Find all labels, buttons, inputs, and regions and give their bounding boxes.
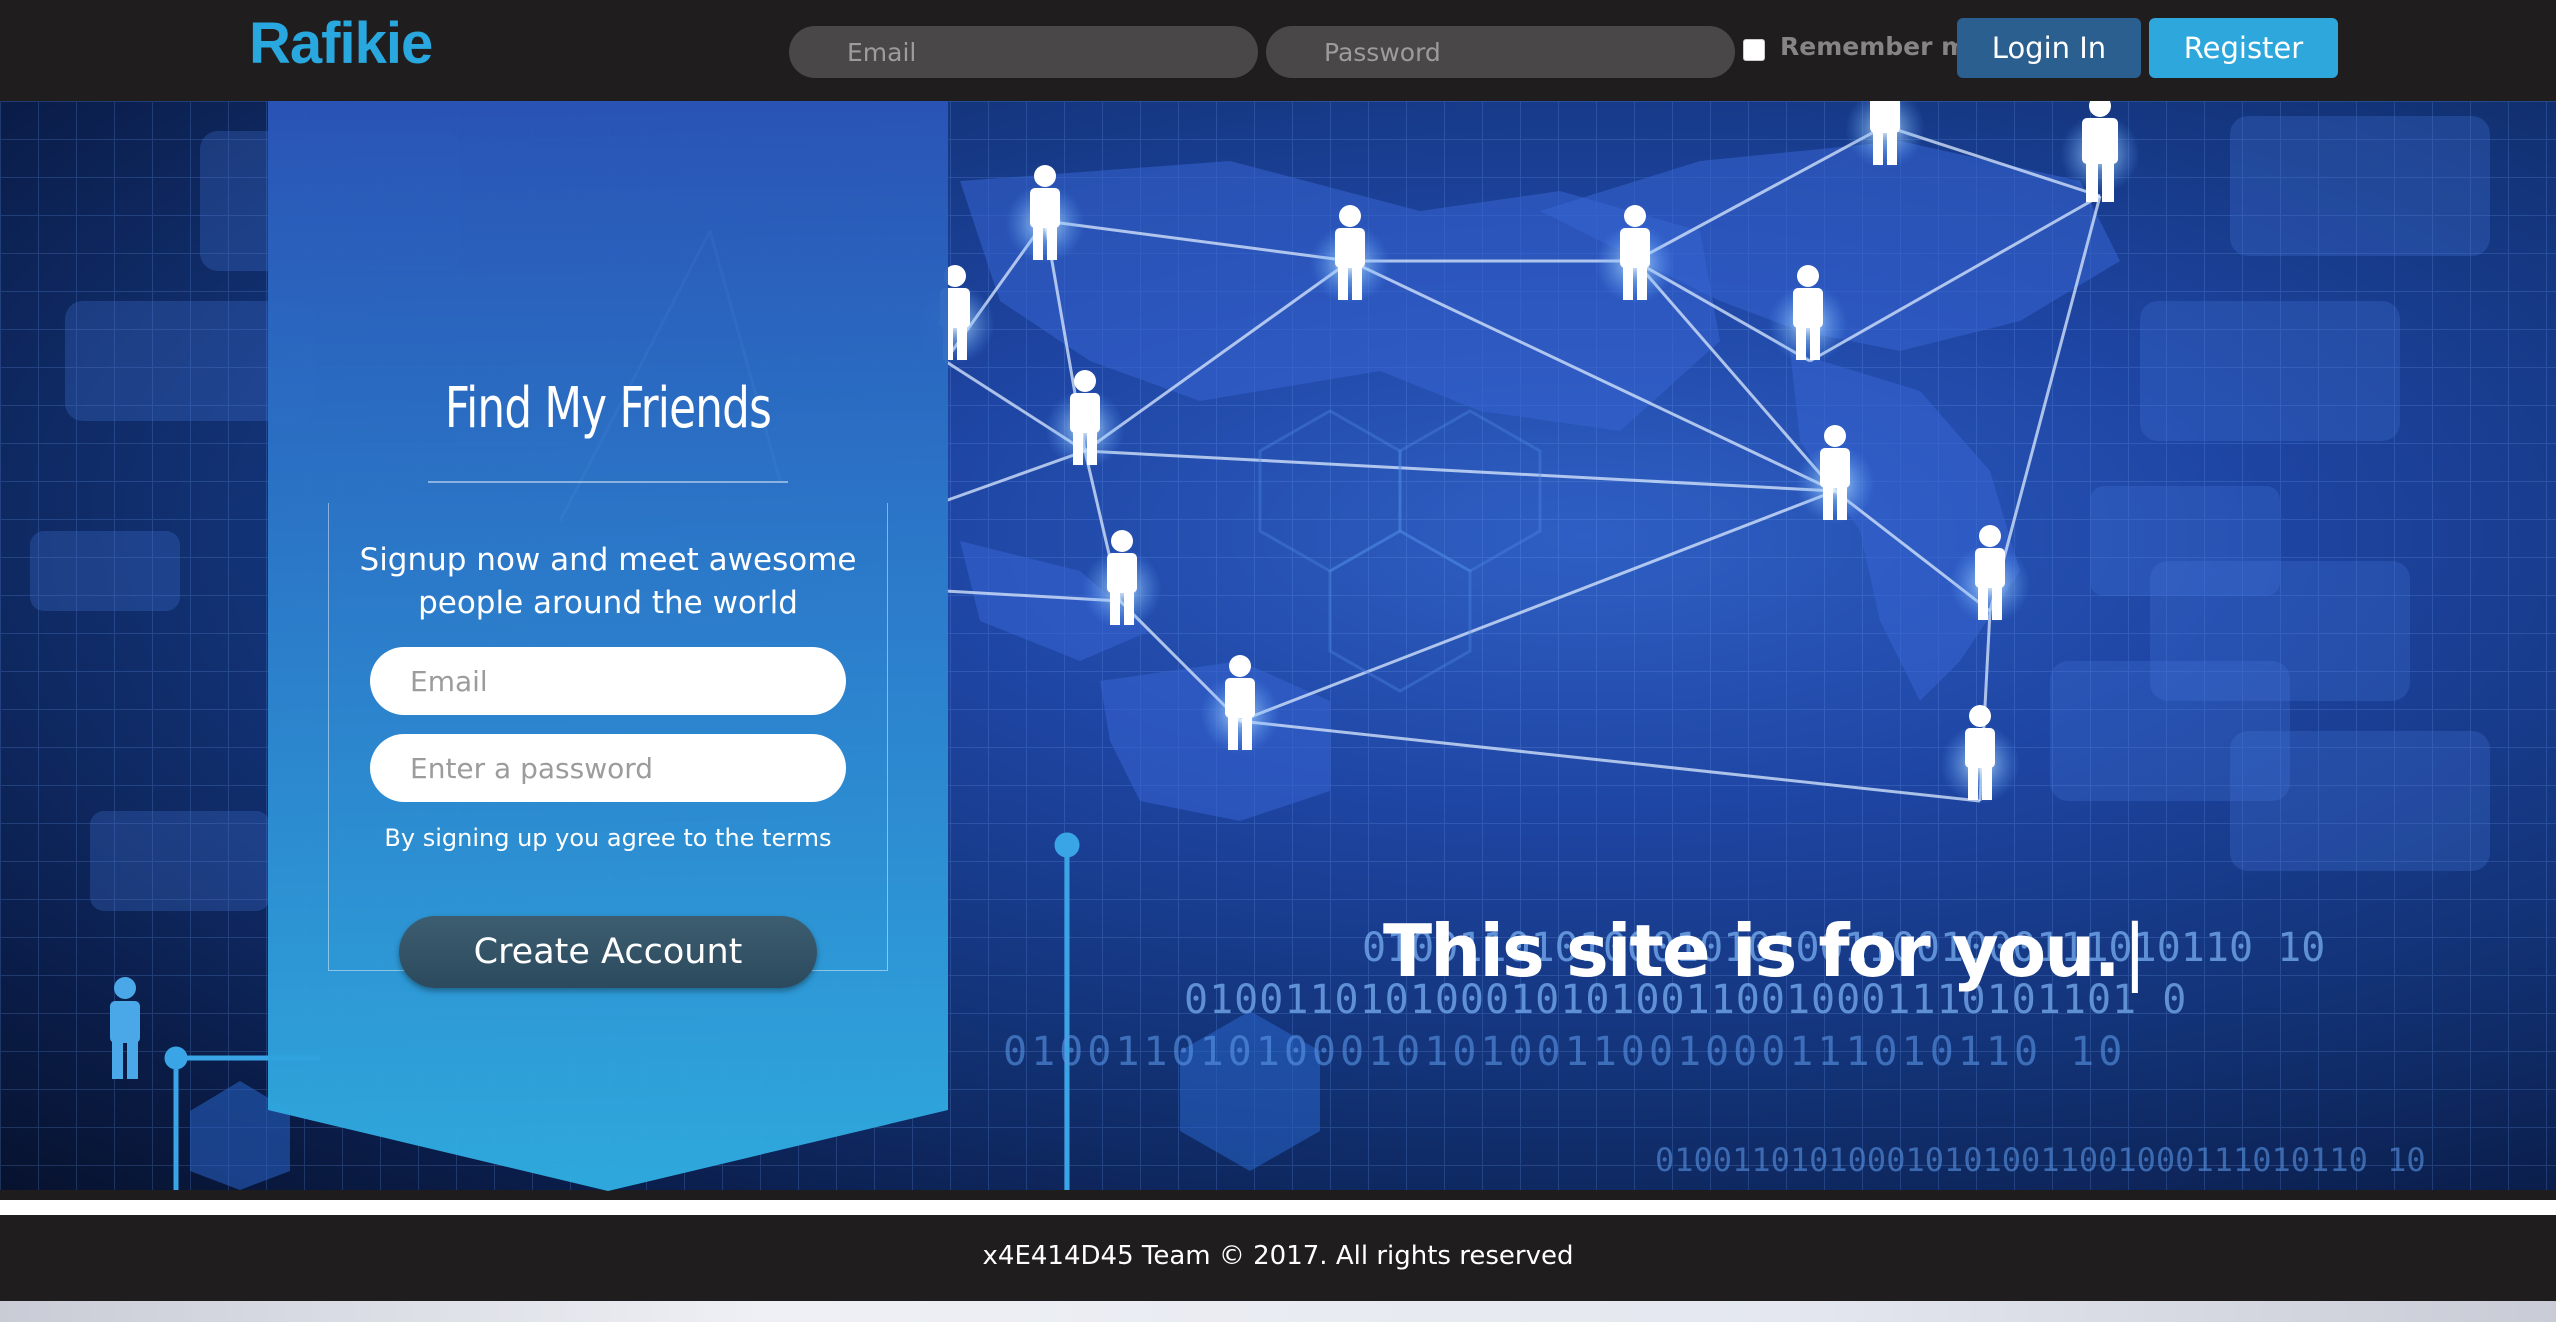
page-bottom-band xyxy=(0,1301,2556,1322)
signup-subtitle-line-1: Signup now and meet awesome xyxy=(359,542,857,578)
top-navbar: Rafikie Remember me Login In Register xyxy=(0,0,2556,101)
signup-title: Find My Friends xyxy=(444,376,772,441)
terms-link[interactable]: By signing up you agree to the terms xyxy=(328,824,888,852)
hero-bottom-edge xyxy=(0,1200,2556,1215)
signup-email-input[interactable] xyxy=(370,647,846,715)
binary-decoration-3: 0100110101000101010011001000111010110 10 xyxy=(1003,1029,2127,1075)
typing-cursor: | xyxy=(2122,909,2147,993)
login-email-input[interactable] xyxy=(789,26,1258,78)
signup-subtitle: Signup now and meet awesome people aroun… xyxy=(328,539,888,625)
signup-password-input[interactable] xyxy=(370,734,846,802)
signup-panel: Find My Friends Signup now and meet awes… xyxy=(268,101,948,1191)
remember-me-label: Remember me xyxy=(1780,32,1985,61)
remember-me-checkbox[interactable] xyxy=(1743,39,1765,61)
title-divider xyxy=(428,481,788,483)
register-button[interactable]: Register xyxy=(2149,18,2338,78)
footer-copyright: x4E414D45 Team © 2017. All rights reserv… xyxy=(982,1241,1574,1271)
brand-logo[interactable]: Rafikie xyxy=(249,10,433,77)
signup-subtitle-line-2: people around the world xyxy=(418,585,798,621)
tagline-text: This site is for you. xyxy=(1383,909,2121,993)
create-account-button[interactable]: Create Account xyxy=(399,916,817,988)
footer: x4E414D45 Team © 2017. All rights reserv… xyxy=(0,1215,2556,1301)
login-password-input[interactable] xyxy=(1266,26,1735,78)
login-button[interactable]: Login In xyxy=(1957,18,2141,78)
binary-decoration-4: 0100110101000101010011001000111010110 10 xyxy=(1655,1141,2426,1179)
hero-tagline: This site is for you.| xyxy=(1383,909,2147,993)
